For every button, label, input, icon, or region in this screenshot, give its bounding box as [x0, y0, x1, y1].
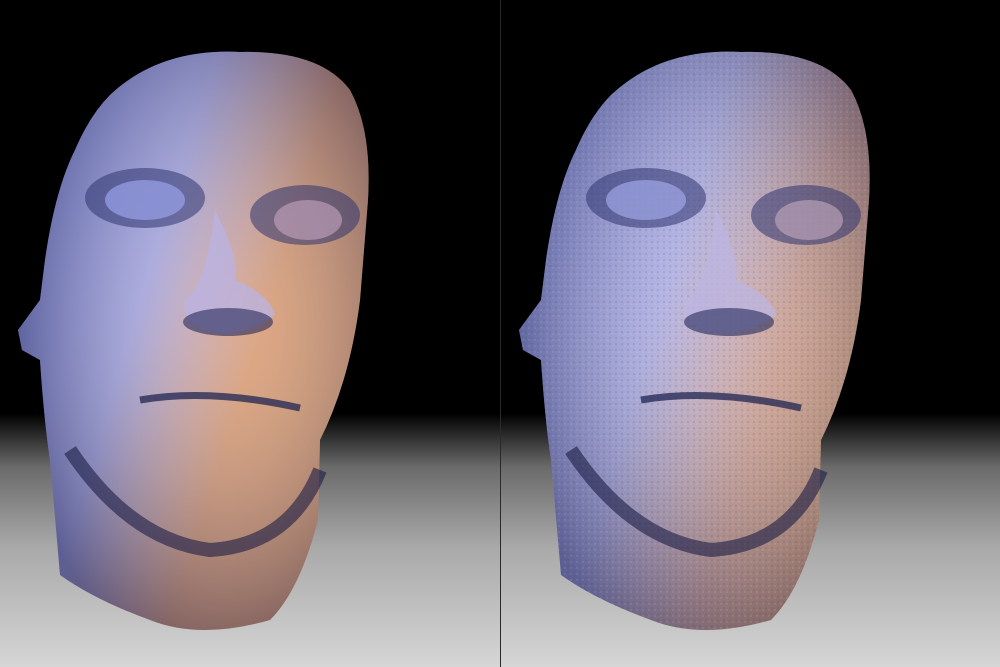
render-comparison	[0, 0, 1000, 667]
face-model-detailed	[519, 51, 870, 630]
left-render-panel	[0, 0, 500, 667]
right-render-panel	[500, 0, 1000, 667]
right-eyelid	[775, 200, 843, 240]
left-eyelid	[105, 180, 185, 220]
face-mesh	[519, 51, 870, 630]
right-eyelid	[274, 200, 342, 240]
face-model-smooth	[18, 51, 369, 630]
nostrils	[183, 308, 273, 336]
nostrils	[684, 308, 774, 336]
left-eyelid	[606, 180, 686, 220]
face-mesh	[18, 51, 369, 630]
